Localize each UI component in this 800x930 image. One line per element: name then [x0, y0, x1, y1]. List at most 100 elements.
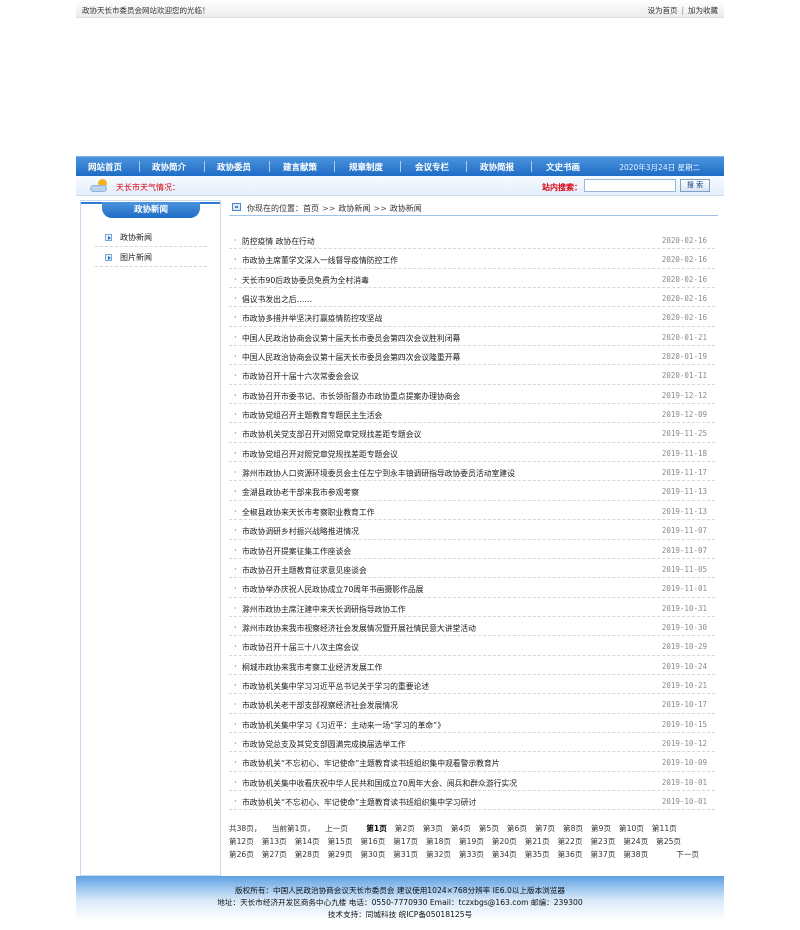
pager-page-link[interactable]: 第38页: [623, 848, 648, 861]
news-title[interactable]: 金湖县政协老干部来我市参观考察: [242, 487, 359, 498]
pager-page-link[interactable]: 第12页: [229, 835, 254, 848]
news-title[interactable]: 中国人民政治协商会议第十届天长市委员会第四次会议胜利闭幕: [242, 333, 460, 344]
set-home-link[interactable]: 设为首页: [647, 6, 677, 15]
sidebar-item-photo-news[interactable]: 图片新闻: [105, 252, 152, 263]
nav-item-home[interactable]: 网站首页: [88, 161, 122, 173]
pager-page-link[interactable]: 第21页: [525, 835, 550, 848]
news-title[interactable]: 滁州市政协人口资源环境委员会主任左宁到永丰镇调研指导政协委员活动室建设: [242, 468, 515, 479]
pager-page-link[interactable]: 第36页: [558, 848, 583, 861]
news-row: · 金湖县政协老干部来我市参观考察 2019-11-13: [229, 481, 715, 501]
breadcrumb-level1[interactable]: 政协新闻: [338, 204, 370, 213]
news-title[interactable]: 市政协召开十届三十八次主席会议: [242, 642, 359, 653]
pager-page-link[interactable]: 第17页: [393, 835, 418, 848]
news-title[interactable]: 天长市90后政协委员免费为全村消毒: [242, 275, 369, 286]
pager-page-link[interactable]: 第35页: [525, 848, 550, 861]
news-title[interactable]: 市政协多措并举坚决打赢疫情防控攻坚战: [242, 313, 382, 324]
search-input[interactable]: [584, 179, 676, 192]
pager-page-link[interactable]: 第15页: [328, 835, 353, 848]
news-title[interactable]: 桐城市政协来我市考察工业经济发展工作: [242, 662, 382, 673]
nav-item-intro[interactable]: 政协简介: [152, 161, 186, 173]
pager-page-link[interactable]: 第19页: [459, 835, 484, 848]
news-title[interactable]: 市政协机关集中学习习近平总书记关于学习的重要论述: [242, 681, 429, 692]
nav-item-rules[interactable]: 规章制度: [349, 161, 383, 173]
nav-divider: [400, 161, 401, 172]
news-row: · 倡议书发出之后…… 2020-02-16: [229, 288, 715, 308]
news-title[interactable]: 市政协机关集中学习《习近平：主动来一场“学习的革命”》: [242, 720, 445, 731]
news-title[interactable]: 市政协机关老干部支部视察经济社会发展情况: [242, 700, 398, 711]
pager-page-link[interactable]: 第16页: [360, 835, 385, 848]
pager-page-link[interactable]: 第33页: [459, 848, 484, 861]
location-icon: [232, 203, 241, 211]
bullet-icon: ·: [234, 294, 237, 304]
breadcrumb-level2[interactable]: 政协新闻: [390, 204, 422, 213]
news-title[interactable]: 市政协党组召开对照党章党规找差距专题会议: [242, 449, 398, 460]
bullet-icon: ·: [234, 468, 237, 478]
sidebar-item-news[interactable]: 政协新闻: [105, 232, 152, 243]
pager-page-link[interactable]: 第8页: [563, 822, 583, 835]
pager-page-link[interactable]: 第2页: [395, 822, 415, 835]
pager-page-link[interactable]: 第1页: [366, 822, 386, 835]
pager-page-link[interactable]: 第32页: [426, 848, 451, 861]
news-title[interactable]: 防控疫情 政协在行动: [242, 236, 315, 247]
pager-page-link[interactable]: 第18页: [426, 835, 451, 848]
pager-page-link[interactable]: 第11页: [652, 822, 677, 835]
pager-page-link[interactable]: 第31页: [393, 848, 418, 861]
pager-page-link[interactable]: 第24页: [623, 835, 648, 848]
news-title[interactable]: 市政协主席董学文深入一线督导疫情防控工作: [242, 255, 398, 266]
news-title[interactable]: 市政协举办庆祝人民政协成立70周年书画摄影作品展: [242, 584, 423, 595]
add-favorite-link[interactable]: 加为收藏: [688, 6, 718, 15]
nav-item-suggestions[interactable]: 建言献策: [283, 161, 317, 173]
news-row: · 市政协党组召开主题教育专题民主生活会 2019-12-09: [229, 404, 715, 424]
news-date: 2020-01-19: [661, 352, 707, 362]
news-title[interactable]: 市政协党总支及其党支部圆满完成换届选举工作: [242, 739, 406, 750]
footer-support: 技术支持：同城科技 皖ICP备05018125号: [327, 910, 473, 919]
breadcrumb-home[interactable]: 首页: [303, 204, 319, 213]
news-title[interactable]: 市政协机关“不忘初心、牢记使命”主题教育读书班组织集中观看警示教育片: [242, 758, 500, 769]
news-title[interactable]: 全椒县政协来天长市考察职业教育工作: [242, 507, 375, 518]
news-title[interactable]: 倡议书发出之后……: [242, 294, 312, 305]
pager-page-link[interactable]: 第27页: [262, 848, 287, 861]
pager-page-link[interactable]: 第28页: [295, 848, 320, 861]
news-title[interactable]: 市政协召开主题教育征求意见座谈会: [242, 565, 367, 576]
news-title[interactable]: 市政协召开市委书记、市长领衔督办市政协重点提案办理协商会: [242, 391, 460, 402]
pager-page-link[interactable]: 第30页: [360, 848, 385, 861]
news-title[interactable]: 市政协机关“不忘初心、牢记使命”主题教育读书班组织集中学习研讨: [242, 797, 476, 808]
pager-page-link[interactable]: 第9页: [591, 822, 611, 835]
pager-page-link[interactable]: 第37页: [590, 848, 615, 861]
search-button[interactable]: 搜 索: [680, 179, 710, 192]
news-row: · 滁州市政协主席汪建中来天长调研指导政协工作 2019-10-31: [229, 598, 715, 617]
nav-item-briefs[interactable]: 政协简报: [480, 161, 514, 173]
nav-item-meetings[interactable]: 会议专栏: [415, 161, 449, 173]
pager-page-link[interactable]: 第10页: [619, 822, 644, 835]
pager-page-link[interactable]: 第3页: [423, 822, 443, 835]
pager-page-link[interactable]: 第7页: [535, 822, 555, 835]
news-title[interactable]: 滁州市政协来我市视察经济社会发展情况暨开展社情民意大讲堂活动: [242, 623, 476, 634]
pager-page-link[interactable]: 第14页: [295, 835, 320, 848]
pager-page-link[interactable]: 第20页: [492, 835, 517, 848]
nav-item-members[interactable]: 政协委员: [217, 161, 251, 173]
pager-total: 共38页，: [229, 824, 262, 833]
pager-page-link[interactable]: 第4页: [451, 822, 471, 835]
sidebar-divider: [95, 266, 207, 267]
pager-page-link[interactable]: 第29页: [328, 848, 353, 861]
pager-page-link[interactable]: 第34页: [492, 848, 517, 861]
pager-page-link[interactable]: 第22页: [558, 835, 583, 848]
news-title[interactable]: 市政协机关集中收看庆祝中华人民共和国成立70周年大会、阅兵和群众游行实况: [242, 778, 517, 789]
pager-page-link[interactable]: 第23页: [590, 835, 615, 848]
pager-page-link[interactable]: 第5页: [479, 822, 499, 835]
pager-prev[interactable]: 上一页: [325, 822, 348, 835]
news-title[interactable]: 市政协调研乡村振兴战略推进情况: [242, 526, 359, 537]
pager-page-link[interactable]: 第25页: [656, 835, 681, 848]
pager-page-link[interactable]: 第6页: [507, 822, 527, 835]
news-title[interactable]: 市政协召开十届十六次常委会会议: [242, 371, 359, 382]
bullet-icon: ·: [234, 487, 237, 497]
news-title[interactable]: 市政协召开提案征集工作座谈会: [242, 546, 351, 557]
pager-page-link[interactable]: 第26页: [229, 848, 254, 861]
news-title[interactable]: 滁州市政协主席汪建中来天长调研指导政协工作: [242, 604, 406, 615]
pager-next[interactable]: 下一页: [676, 848, 699, 861]
pager-page-link[interactable]: 第13页: [262, 835, 287, 848]
nav-item-culture[interactable]: 文史书画: [546, 161, 580, 173]
news-title[interactable]: 中国人民政治协商会议第十届天长市委员会第四次会议隆重开幕: [242, 352, 460, 363]
news-title[interactable]: 市政协党组召开主题教育专题民主生活会: [242, 410, 382, 421]
news-title[interactable]: 市政协机关党支部召开对照党章党规找差距专题会议: [242, 429, 421, 440]
